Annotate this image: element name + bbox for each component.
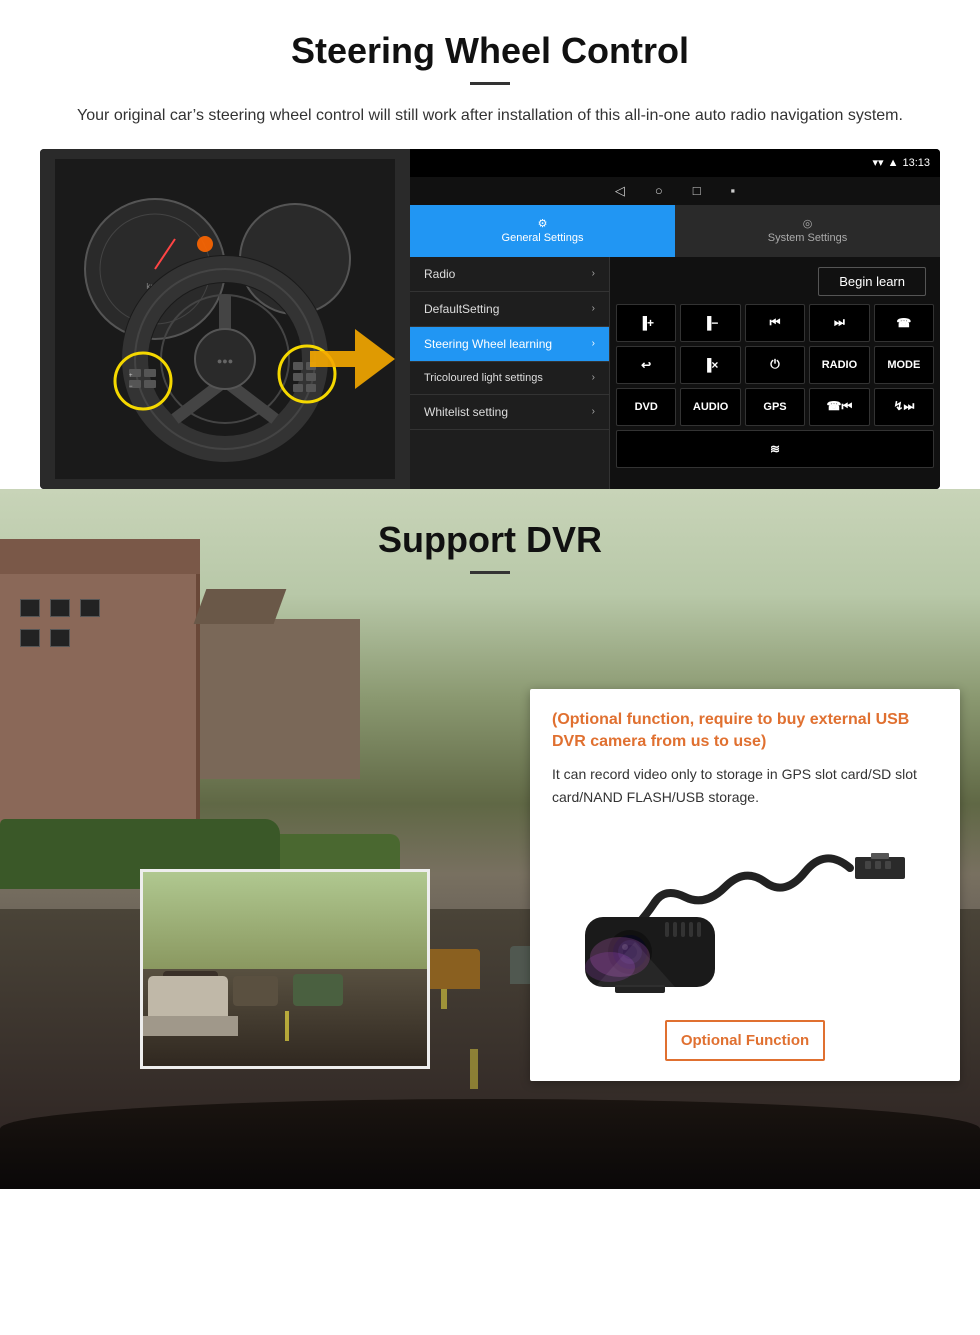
page-title: Steering Wheel Control — [40, 30, 940, 72]
svg-text:+: + — [129, 373, 133, 379]
control-row-4: ≋ — [616, 430, 934, 468]
menu-item-whitelist[interactable]: Whitelist setting › — [410, 395, 609, 430]
ctrl-phone-prev[interactable]: ☎⏮ — [809, 388, 869, 426]
signal-icon: ▾▾ — [873, 156, 884, 169]
ctrl-power[interactable]: ⏻ — [745, 346, 805, 384]
dvr-nav-icon[interactable]: ▪ — [731, 183, 736, 198]
dvr-title: Support DVR — [0, 519, 980, 561]
home-icon[interactable]: ○ — [655, 183, 663, 198]
system-settings-icon: ◎ — [803, 217, 813, 230]
tab-system-label: System Settings — [768, 232, 847, 244]
android-menu-list: Radio › DefaultSetting › Steering Wheel … — [410, 257, 610, 489]
ctrl-audio[interactable]: AUDIO — [680, 388, 740, 426]
ctrl-next-track[interactable]: ⏭ — [809, 304, 869, 342]
tab-general-label: General Settings — [502, 232, 584, 244]
ctrl-vol-down[interactable]: ▐− — [680, 304, 740, 342]
ctrl-vol-up[interactable]: ▐+ — [616, 304, 676, 342]
svg-text:●●●: ●●● — [217, 356, 233, 366]
dvr-camera-svg — [565, 827, 925, 1002]
statusbar-icons: ▾▾ ▲ 13:13 — [873, 156, 930, 169]
steering-wheel-image-area: km/h ●●● — [40, 149, 410, 489]
menu-arrow-radio: › — [592, 268, 595, 279]
begin-learn-button[interactable]: Begin learn — [818, 267, 926, 296]
status-time: 13:13 — [902, 157, 930, 169]
menu-item-tricoloured[interactable]: Tricoloured light settings › — [410, 362, 609, 395]
ctrl-radio[interactable]: RADIO — [809, 346, 869, 384]
menu-item-radio[interactable]: Radio › — [410, 257, 609, 292]
dvr-optional-text: (Optional function, require to buy exter… — [552, 709, 938, 754]
wifi-icon: ▲ — [888, 157, 899, 169]
control-row-2: ↩ ▐× ⏻ RADIO MODE — [616, 346, 934, 384]
begin-learn-row: Begin learn — [616, 263, 934, 300]
control-row-1: ▐+ ▐− ⏮ ⏭ ☎ — [616, 304, 934, 342]
steering-wheel-svg: km/h ●●● — [55, 159, 395, 479]
dvr-camera-illustration — [552, 824, 938, 1004]
control-row-3: DVD AUDIO GPS ☎⏮ ↯⏭ — [616, 388, 934, 426]
menu-item-defaultsetting[interactable]: DefaultSetting › — [410, 292, 609, 327]
menu-arrow-tricoloured: › — [592, 372, 595, 383]
section1-steering-wheel: Steering Wheel Control Your original car… — [0, 0, 980, 489]
control-panel: Begin learn ▐+ ▐− ⏮ ⏭ ☎ ↩ ▐× ⏻ — [610, 257, 940, 489]
title-divider — [470, 82, 510, 85]
dvr-title-block: Support DVR — [0, 519, 980, 592]
recents-icon[interactable]: □ — [693, 183, 701, 198]
optional-function-button[interactable]: Optional Function — [665, 1020, 825, 1061]
menu-arrow-whitelist: › — [592, 406, 595, 417]
menu-item-defaultsetting-label: DefaultSetting — [424, 302, 499, 316]
dvr-preview-inner — [143, 872, 427, 1066]
steering-visual-block: km/h ●●● — [40, 149, 940, 489]
android-ui-panel: ▾▾ ▲ 13:13 ◁ ○ □ ▪ ⚙ General Settings — [410, 149, 940, 489]
ctrl-back-call[interactable]: ↩ — [616, 346, 676, 384]
section1-subtitle: Your original car’s steering wheel contr… — [40, 103, 940, 129]
tab-system-settings[interactable]: ◎ System Settings — [675, 205, 940, 257]
android-content-area: Radio › DefaultSetting › Steering Wheel … — [410, 257, 940, 489]
menu-item-tricoloured-label: Tricoloured light settings — [424, 372, 543, 384]
dvr-background: Support DVR (Optional function, require … — [0, 489, 980, 1189]
menu-arrow-defaultsetting: › — [592, 303, 595, 314]
ctrl-extra[interactable]: ≋ — [616, 430, 934, 468]
back-icon[interactable]: ◁ — [615, 183, 625, 199]
dvr-title-divider — [470, 571, 510, 574]
menu-arrow-steering: › — [592, 338, 595, 349]
svg-text:−: − — [129, 384, 133, 390]
ctrl-mute[interactable]: ▐× — [680, 346, 740, 384]
ctrl-mode[interactable]: MODE — [874, 346, 934, 384]
android-tabs: ⚙ General Settings ◎ System Settings — [410, 205, 940, 257]
menu-item-steering-wheel-learning[interactable]: Steering Wheel learning › — [410, 327, 609, 362]
menu-item-whitelist-label: Whitelist setting — [424, 405, 508, 419]
android-navbar: ◁ ○ □ ▪ — [410, 177, 940, 205]
tab-general-settings[interactable]: ⚙ General Settings — [410, 205, 675, 257]
dvr-description-text: It can record video only to storage in G… — [552, 763, 938, 808]
dvr-info-card: (Optional function, require to buy exter… — [530, 689, 960, 1082]
ctrl-gps[interactable]: GPS — [745, 388, 805, 426]
ctrl-phone-next[interactable]: ↯⏭ — [874, 388, 934, 426]
android-statusbar: ▾▾ ▲ 13:13 — [410, 149, 940, 177]
gear-icon: ⚙ — [538, 217, 548, 230]
menu-item-steering-label: Steering Wheel learning — [424, 337, 552, 351]
menu-item-radio-label: Radio — [424, 267, 455, 281]
dvr-camera-preview — [140, 869, 430, 1069]
ctrl-prev-track[interactable]: ⏮ — [745, 304, 805, 342]
ctrl-phone[interactable]: ☎ — [874, 304, 934, 342]
ctrl-dvd[interactable]: DVD — [616, 388, 676, 426]
section2-dvr: Support DVR (Optional function, require … — [0, 489, 980, 1189]
